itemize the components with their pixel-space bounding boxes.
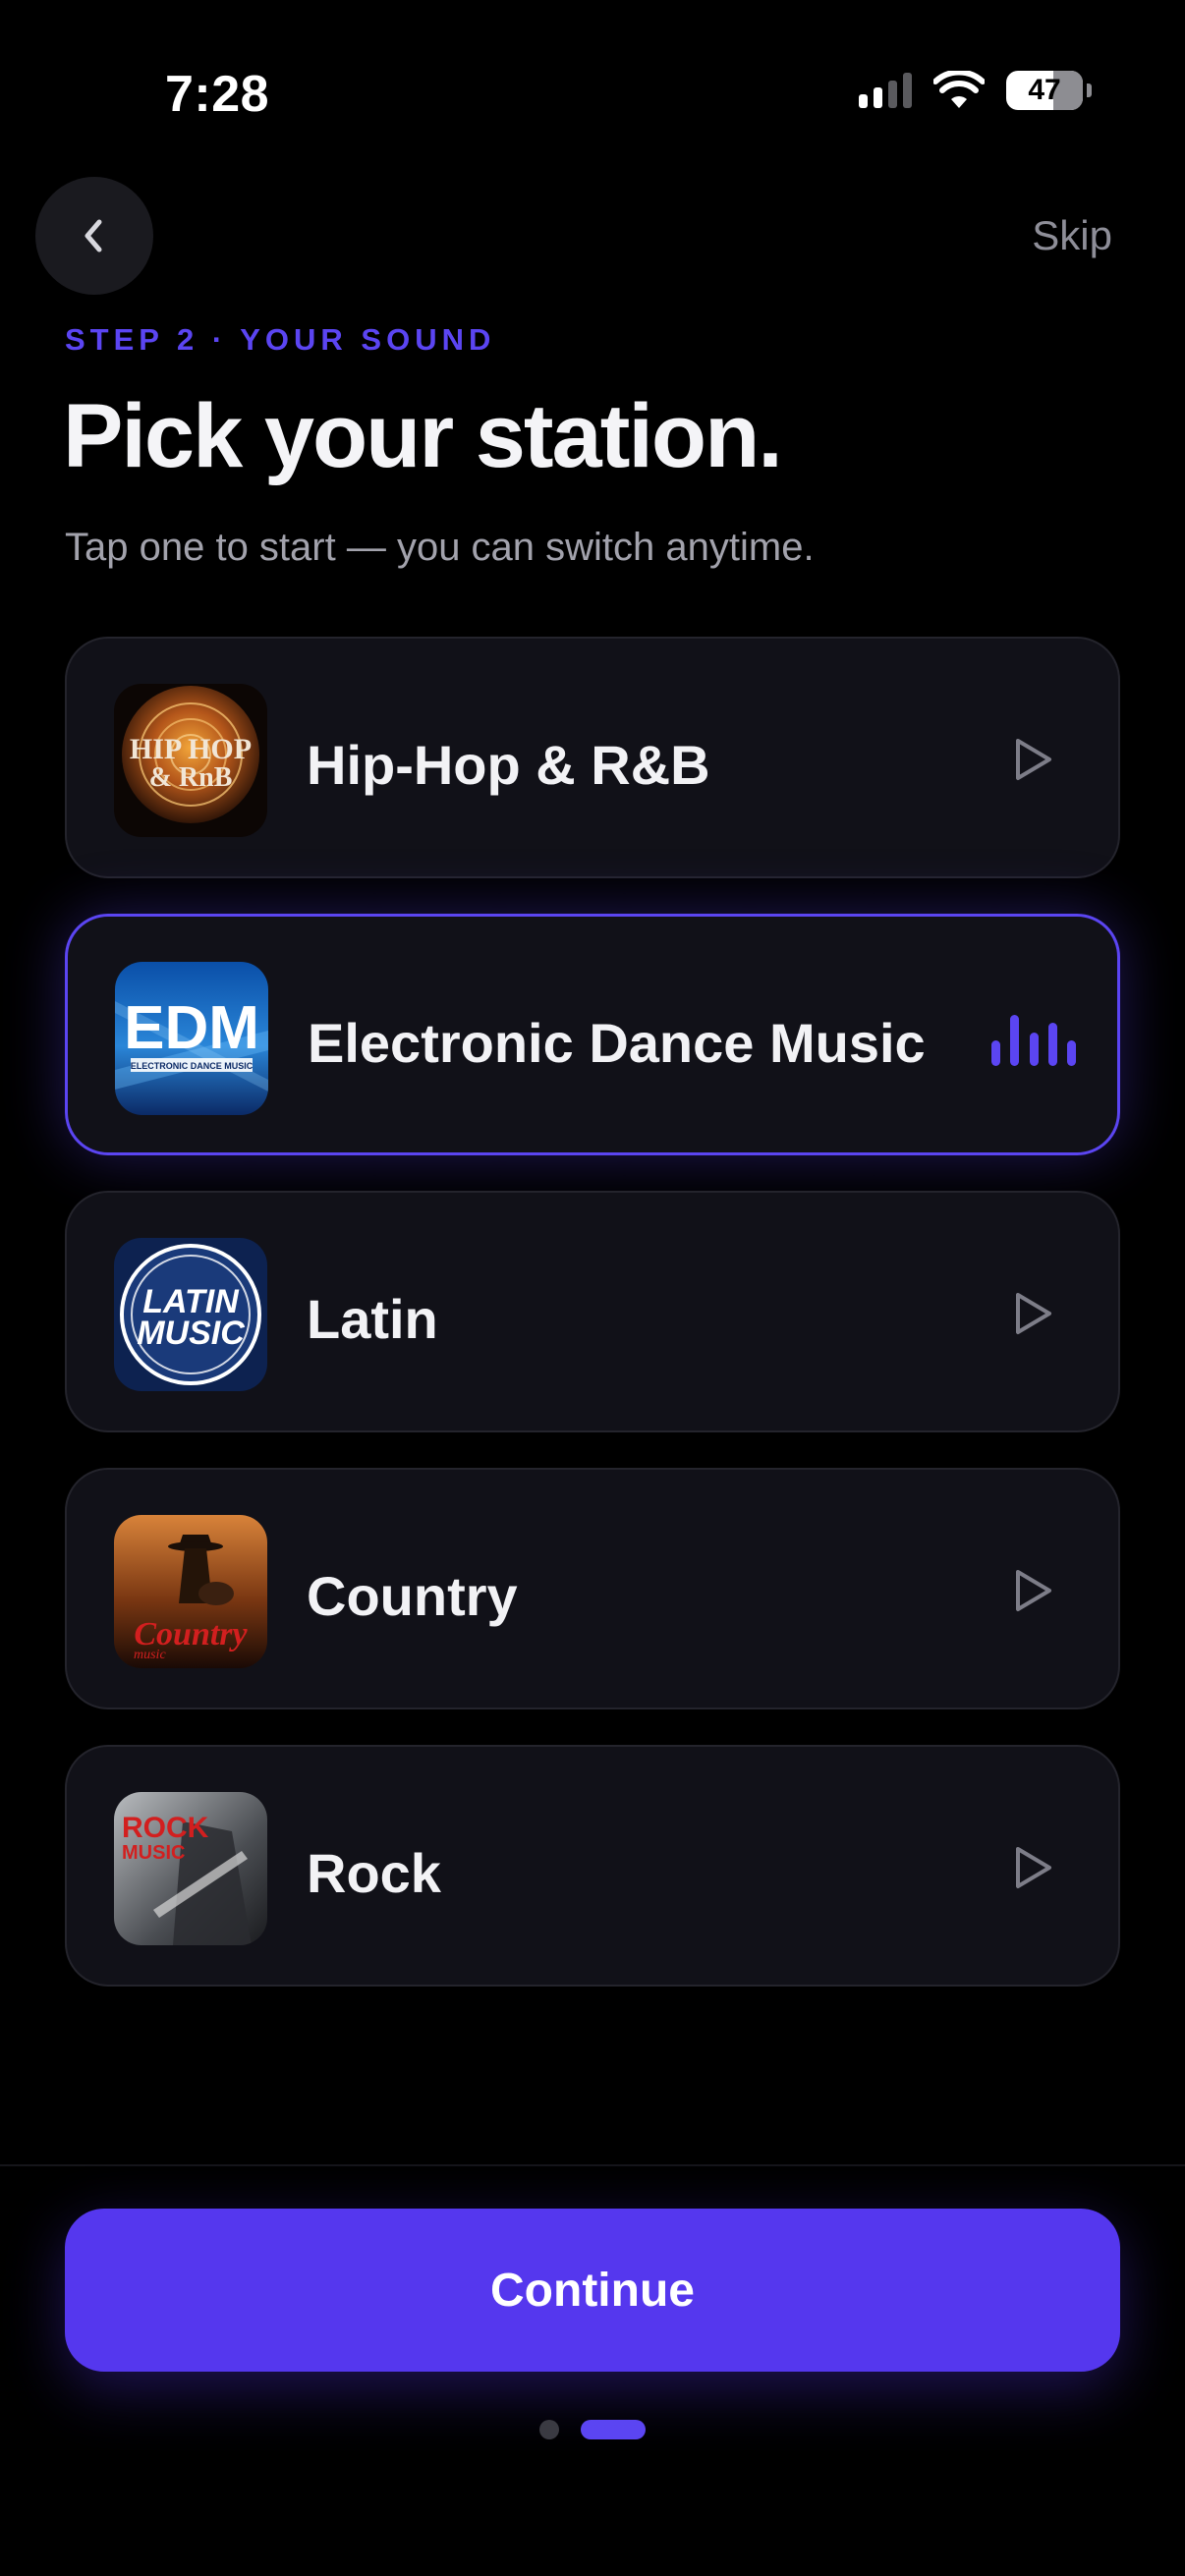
battery-icon: 47 bbox=[1006, 71, 1092, 110]
svg-text:MUSIC: MUSIC bbox=[137, 1315, 245, 1352]
continue-button[interactable]: Continue bbox=[65, 2209, 1120, 2372]
svg-text:ELECTRONIC DANCE MUSIC: ELECTRONIC DANCE MUSIC bbox=[131, 1061, 254, 1071]
station-artwork: ROCK MUSIC bbox=[114, 1792, 267, 1945]
page-dot-active bbox=[581, 2420, 646, 2439]
chevron-left-icon bbox=[85, 219, 102, 252]
step-label: STEP 2 · YOUR SOUND bbox=[65, 322, 496, 357]
svg-text:HIP HOP: HIP HOP bbox=[130, 733, 252, 765]
station-name: Rock bbox=[307, 1842, 441, 1904]
station-name: Electronic Dance Music bbox=[308, 1012, 926, 1074]
status-time: 7:28 bbox=[165, 66, 270, 123]
station-artwork: EDM ELECTRONIC DANCE MUSIC bbox=[115, 962, 268, 1115]
station-artwork: Country music bbox=[114, 1515, 267, 1668]
station-artwork: HIP HOP & RnB bbox=[114, 684, 267, 837]
play-icon[interactable] bbox=[1010, 735, 1057, 784]
station-artwork: LATIN MUSIC bbox=[114, 1238, 267, 1391]
page-title: Pick your station. bbox=[63, 386, 783, 486]
footer-divider bbox=[0, 2164, 1185, 2166]
svg-text:MUSIC: MUSIC bbox=[122, 1842, 185, 1864]
skip-button[interactable]: Skip bbox=[1032, 212, 1112, 259]
onboarding-screen: 7:28 47 Skip STEP 2 · YOUR SOUND Pick yo… bbox=[0, 0, 1185, 2576]
play-icon[interactable] bbox=[1010, 1566, 1057, 1615]
station-name: Latin bbox=[307, 1288, 438, 1350]
page-subtitle: Tap one to start — you can switch anytim… bbox=[65, 526, 815, 569]
svg-text:music: music bbox=[134, 1648, 166, 1662]
station-name: Country bbox=[307, 1565, 518, 1627]
page-indicator bbox=[0, 2420, 1185, 2439]
station-card-hip-hop[interactable]: HIP HOP & RnB Hip-Hop & R&B bbox=[65, 637, 1120, 878]
wifi-icon bbox=[933, 71, 985, 108]
back-button[interactable] bbox=[35, 177, 153, 295]
svg-text:& RnB: & RnB bbox=[149, 762, 233, 793]
svg-text:EDM: EDM bbox=[124, 994, 259, 1062]
station-card-rock[interactable]: ROCK MUSIC Rock bbox=[65, 1745, 1120, 1987]
play-icon[interactable] bbox=[1010, 1289, 1057, 1338]
station-card-edm[interactable]: EDM ELECTRONIC DANCE MUSIC Electronic Da… bbox=[65, 914, 1120, 1155]
page-dot bbox=[539, 2420, 559, 2439]
status-icons: 47 bbox=[859, 71, 1092, 110]
station-card-latin[interactable]: LATIN MUSIC Latin bbox=[65, 1191, 1120, 1432]
station-name: Hip-Hop & R&B bbox=[307, 734, 710, 796]
play-icon[interactable] bbox=[1010, 1843, 1057, 1892]
equalizer-icon bbox=[991, 1011, 1076, 1066]
battery-level: 47 bbox=[1028, 74, 1061, 106]
station-card-country[interactable]: Country music Country bbox=[65, 1468, 1120, 1709]
svg-text:ROCK: ROCK bbox=[122, 1812, 209, 1844]
cellular-signal-icon bbox=[859, 73, 912, 108]
